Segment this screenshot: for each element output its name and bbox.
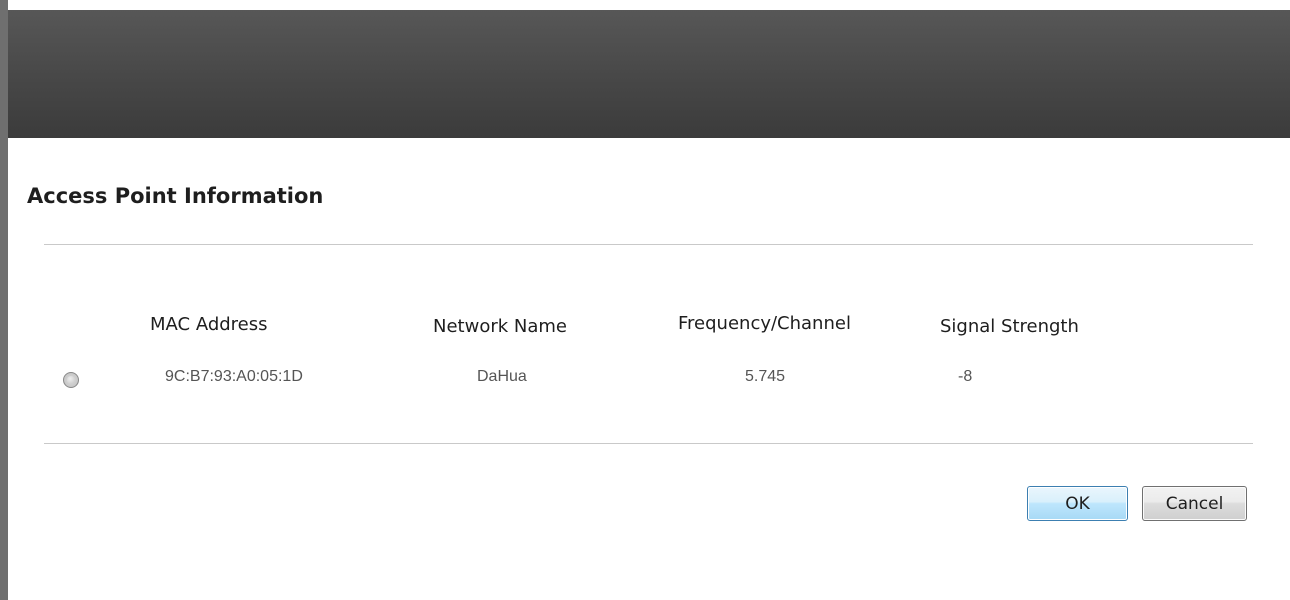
access-point-dialog: Access Point Information MAC Address Net…: [0, 0, 1290, 600]
divider-bottom: [44, 443, 1253, 444]
cell-mac-address: 9C:B7:93:A0:05:1D: [165, 368, 303, 385]
divider-top: [44, 244, 1253, 245]
column-header-mac: MAC Address: [150, 314, 268, 335]
column-header-frequency: Frequency/Channel: [678, 313, 851, 334]
radio-button-icon[interactable]: [63, 372, 79, 388]
ok-button[interactable]: OK: [1027, 486, 1128, 521]
column-header-signal: Signal Strength: [940, 316, 1079, 337]
top-strip: [0, 0, 1290, 10]
left-border: [0, 0, 8, 600]
column-header-network-name: Network Name: [433, 316, 567, 337]
page-title: Access Point Information: [27, 184, 324, 208]
cancel-button[interactable]: Cancel: [1142, 486, 1247, 521]
cell-frequency: 5.745: [745, 368, 786, 385]
header-bar: [8, 10, 1290, 138]
cell-network-name: DaHua: [477, 368, 527, 385]
cell-signal-strength: -8: [958, 368, 973, 385]
